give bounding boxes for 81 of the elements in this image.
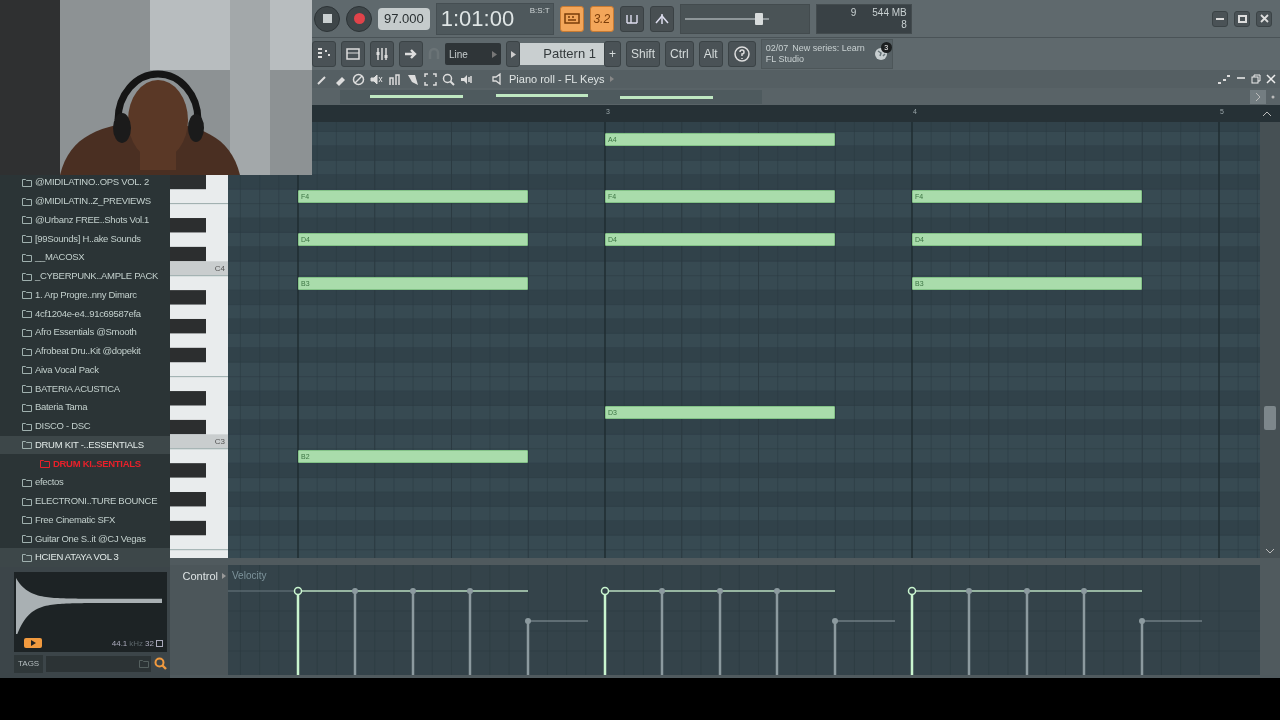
parameter-label: Velocity <box>232 569 267 583</box>
play-preview-button[interactable] <box>24 637 42 648</box>
browser-item[interactable]: Afro Essentials @Smooth <box>0 323 170 342</box>
toggle-button[interactable] <box>559 5 584 32</box>
caret-icon <box>492 50 497 58</box>
scroll-down-icon[interactable] <box>1263 546 1277 556</box>
zoom-icon[interactable] <box>442 72 455 86</box>
caret-icon <box>222 573 226 579</box>
caret-icon <box>609 76 614 82</box>
window-title: Piano roll - FL Keys <box>509 71 605 87</box>
bit-depth: 32 <box>145 637 154 650</box>
toolbar-button[interactable] <box>370 41 394 67</box>
folder-icon <box>139 659 149 669</box>
key-label: C3 <box>214 436 225 449</box>
browser-item[interactable]: 4cf1204e-e4..91c69587efa <box>0 304 170 323</box>
modifier-key-button[interactable]: Ctrl <box>665 41 694 67</box>
stop-button[interactable] <box>314 5 340 32</box>
browser-item[interactable]: BATERIA ACUSTICA <box>0 379 170 398</box>
help-icon <box>732 45 751 63</box>
keyboard-icon <box>563 11 580 26</box>
song-time: 1:01:00 <box>440 5 515 33</box>
play-icon <box>30 639 36 646</box>
toggle-button[interactable] <box>619 5 644 32</box>
help-button[interactable] <box>727 41 756 67</box>
tags-search-field[interactable] <box>46 655 151 672</box>
select-icon[interactable] <box>424 72 437 86</box>
browser-item[interactable]: Bateria Tama <box>0 398 170 417</box>
scroll-right-icon[interactable] <box>1250 89 1266 104</box>
slider-thumb[interactable] <box>754 12 763 25</box>
modifier-key-button[interactable]: Shift <box>626 41 661 67</box>
window-button[interactable] <box>1234 10 1250 27</box>
memory-value: 544 MB <box>872 6 907 19</box>
browser-item[interactable]: [99Sounds] H..ake Sounds <box>0 229 170 248</box>
mute-icon[interactable] <box>370 72 383 86</box>
restore-icon[interactable] <box>1251 74 1261 84</box>
vertical-scrollbar[interactable] <box>1260 122 1280 558</box>
toolbar-button[interactable] <box>341 41 365 67</box>
browser-item[interactable]: __MACOSX <box>0 248 170 267</box>
play-icon <box>510 50 516 58</box>
window-button[interactable] <box>1212 10 1228 27</box>
snap-dropdown[interactable]: Line <box>445 43 501 65</box>
record-button[interactable] <box>346 5 372 32</box>
add-pattern-button[interactable]: + <box>604 41 621 67</box>
browser-item[interactable]: efectos <box>0 473 170 492</box>
control-label[interactable]: Control <box>182 568 218 585</box>
globe-icon <box>873 47 888 61</box>
news-title: New series: Learn <box>792 43 865 54</box>
channel-rack-icon <box>345 46 361 62</box>
maximize-icon <box>1237 14 1247 23</box>
window-button[interactable] <box>1256 10 1272 27</box>
close-icon <box>1259 14 1269 23</box>
pattern-arrow-button[interactable] <box>506 41 520 67</box>
pattern-icon[interactable] <box>1217 74 1231 84</box>
sample-rate-unit: kHz <box>129 637 144 650</box>
record-icon <box>353 13 365 24</box>
modifier-key-button[interactable]: Alt <box>698 41 723 67</box>
minimize-icon <box>1216 17 1224 20</box>
mixer-icon <box>374 46 390 62</box>
toggle-button[interactable]: 3.2 <box>589 5 614 32</box>
tags-button[interactable]: TAGS <box>14 654 44 673</box>
key-label: C4 <box>214 263 225 276</box>
no-entry-icon[interactable] <box>352 72 365 86</box>
time-unit: B:S:T <box>529 4 550 17</box>
stop-icon <box>322 14 332 23</box>
toggle-button[interactable] <box>649 5 674 32</box>
scroll-thumb[interactable] <box>1264 406 1276 430</box>
browser-item[interactable]: Guitar One S..it @CJ Vegas <box>0 529 170 548</box>
peak-icon <box>653 11 670 26</box>
news-subtitle: FL Studio <box>765 54 805 65</box>
sample-rate: 44.1 <box>111 637 128 650</box>
file-icon <box>156 640 163 648</box>
cpu-value: 9 <box>850 6 857 19</box>
search-icon <box>154 657 167 671</box>
pattern-selector[interactable]: Pattern 1 <box>520 43 604 65</box>
close-icon[interactable] <box>1266 74 1276 84</box>
tempo-field[interactable]: 97.000 <box>378 7 430 30</box>
news-date: 02/07 <box>765 43 789 54</box>
toolbar-button[interactable] <box>312 41 336 67</box>
polyphony-value: 8 <box>901 18 907 31</box>
speaker-icon <box>492 73 504 85</box>
toolbar-button[interactable] <box>399 41 423 67</box>
